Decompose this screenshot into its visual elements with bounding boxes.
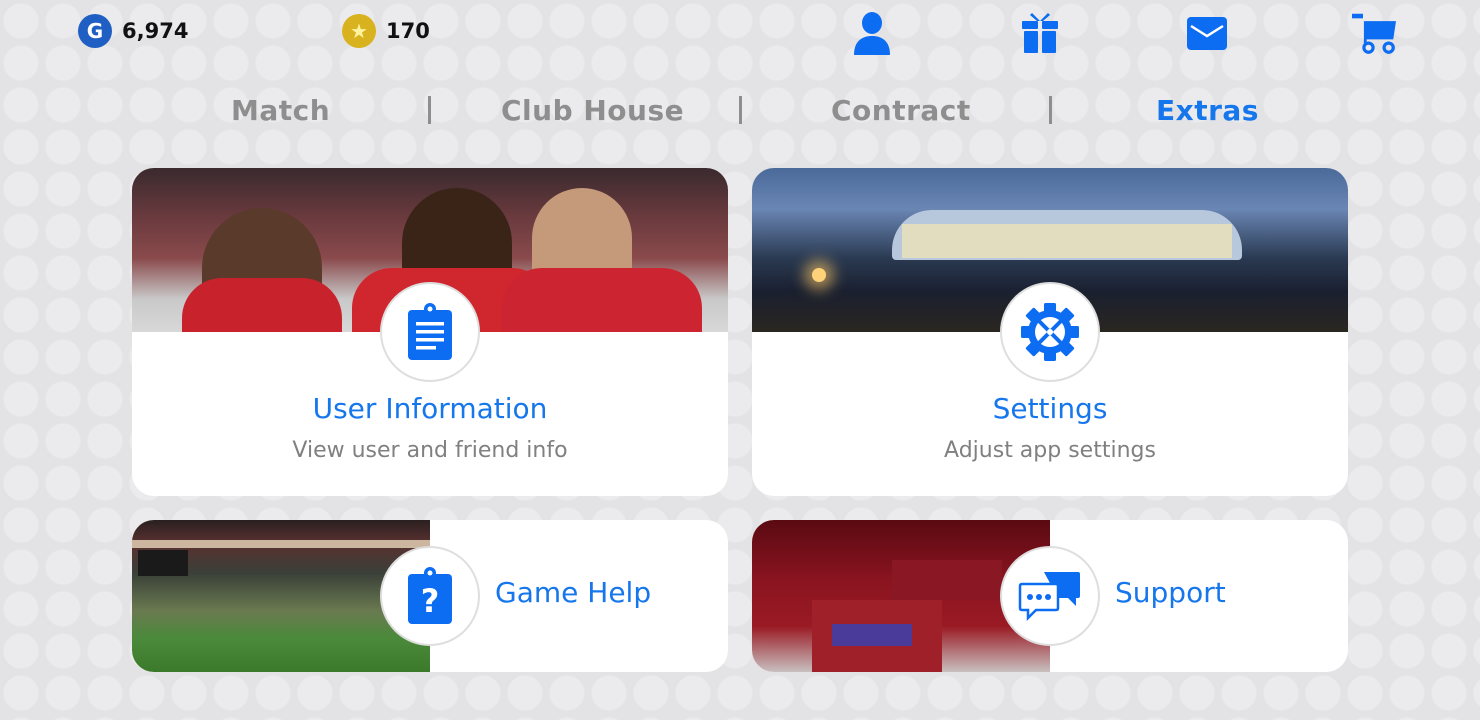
clipboard-list-icon: [408, 303, 452, 360]
support-title: Support: [1115, 576, 1226, 609]
user-info-icon-badge: [380, 282, 480, 382]
clipboard-question-icon: ?: [408, 567, 452, 624]
shop-button[interactable]: [1352, 10, 1396, 56]
gp-coin-icon: G: [78, 14, 112, 48]
tab-extras[interactable]: Extras: [1156, 94, 1259, 127]
tab-match[interactable]: Match: [231, 94, 330, 127]
gift-icon: [1022, 13, 1058, 53]
user-information-card[interactable]: User Information View user and friend in…: [132, 168, 728, 496]
support-card[interactable]: Support: [752, 520, 1348, 672]
profile-button[interactable]: [850, 10, 894, 56]
game-help-title: Game Help: [495, 576, 652, 609]
settings-title: Settings: [992, 392, 1108, 425]
game-help-card[interactable]: ? Game Help: [132, 520, 728, 672]
tab-club-house[interactable]: Club House: [501, 94, 684, 127]
mail-icon: [1187, 17, 1227, 50]
coin-balance: ★ 170: [342, 14, 430, 48]
game-help-icon-badge: ?: [380, 546, 480, 646]
gift-button[interactable]: [1018, 10, 1062, 56]
settings-icon-badge: [1000, 282, 1100, 382]
user-icon: [854, 12, 890, 55]
gear-icon: [1021, 303, 1079, 361]
main-tabs: Match Club House Contract Extras: [0, 88, 1480, 136]
tab-contract[interactable]: Contract: [831, 94, 971, 127]
cart-icon: [1352, 13, 1396, 54]
tab-divider: [739, 96, 742, 124]
user-information-title: User Information: [312, 392, 548, 425]
support-icon-badge: [1000, 546, 1100, 646]
coin-value: 170: [386, 19, 430, 43]
svg-text:?: ?: [421, 582, 440, 620]
mail-button[interactable]: [1185, 10, 1229, 56]
gp-balance: G 6,974: [78, 14, 188, 48]
settings-subtitle: Adjust app settings: [944, 438, 1156, 463]
tab-divider: [428, 96, 431, 124]
star-coin-icon: ★: [342, 14, 376, 48]
tab-divider: [1049, 96, 1052, 124]
chat-bubbles-icon: [1018, 572, 1080, 622]
top-bar: G 6,974 ★ 170: [0, 0, 1480, 64]
gp-value: 6,974: [122, 19, 189, 43]
settings-card[interactable]: Settings Adjust app settings: [752, 168, 1348, 496]
user-information-subtitle: View user and friend info: [292, 438, 568, 463]
